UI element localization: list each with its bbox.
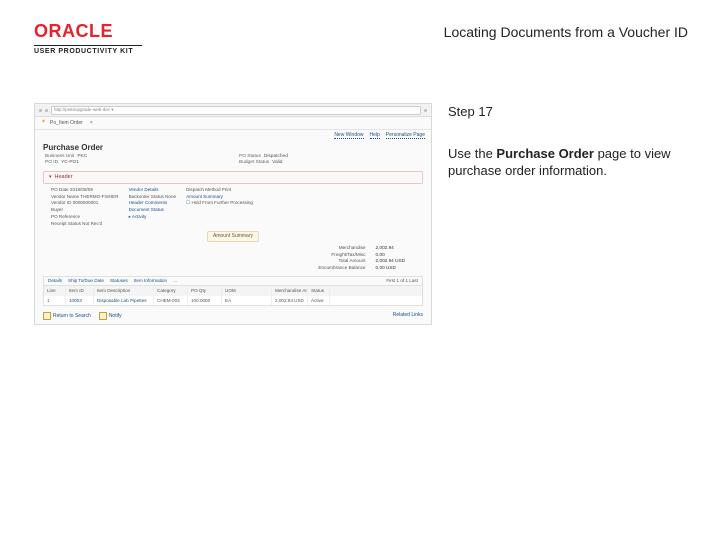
instruction-text: Use the Purchase Order page to view purc… bbox=[448, 145, 688, 180]
url-bar: http://ps92upgrade-web-dev ▾ bbox=[51, 106, 421, 115]
tab-label: Po_Item Order bbox=[50, 120, 83, 126]
logo-rule bbox=[34, 45, 142, 46]
return-icon bbox=[43, 312, 51, 320]
link-help: Help bbox=[370, 132, 380, 139]
amount-summary-values: Merchandise2,002.94 Freight/Tax/Misc0.00… bbox=[35, 244, 417, 275]
tab-favicon-icon: ✶ bbox=[41, 119, 46, 127]
browser-chrome: http://ps92upgrade-web-dev ▾ bbox=[35, 104, 431, 117]
lines-table: Details Ship To/Due Date Statuses Item I… bbox=[43, 276, 423, 306]
page-actions: New Window Help Personalize Page bbox=[35, 130, 431, 141]
step-number: Step 17 bbox=[448, 103, 688, 121]
page-heading: Purchase Order bbox=[43, 143, 103, 153]
browser-tab: ✶ Po_Item Order × bbox=[35, 117, 431, 130]
instruction-bold: Purchase Order bbox=[496, 146, 594, 161]
oracle-logo: ORACLE USER PRODUCTIVITY KIT bbox=[34, 22, 142, 55]
po-summary-fields: Business UnitPKC PO StatusDispatched PO … bbox=[35, 153, 431, 169]
logo-subtitle: USER PRODUCTIVITY KIT bbox=[34, 48, 142, 55]
instruction-pre: Use the bbox=[448, 146, 496, 161]
embedded-screenshot: http://ps92upgrade-web-dev ▾ ✶ Po_Item O… bbox=[34, 103, 432, 325]
header-collapser: ▾ Header bbox=[43, 171, 423, 184]
document-title: Locating Documents from a Voucher ID bbox=[444, 24, 688, 40]
link-personalize: Personalize Page bbox=[386, 132, 425, 139]
page-footer-links: Return to Search Notify Related Links bbox=[35, 308, 431, 324]
tab-close-icon: × bbox=[90, 120, 93, 126]
triangle-down-icon: ▾ bbox=[49, 174, 52, 180]
header-detail-block: PO Date 2018/08/09 Vendor Name THERMO-FI… bbox=[35, 186, 431, 229]
logo-text: ORACLE bbox=[34, 22, 142, 40]
amount-summary-badge: Amount Summary bbox=[207, 231, 259, 241]
link-new-window: New Window bbox=[334, 132, 363, 139]
notify-icon bbox=[99, 312, 107, 320]
